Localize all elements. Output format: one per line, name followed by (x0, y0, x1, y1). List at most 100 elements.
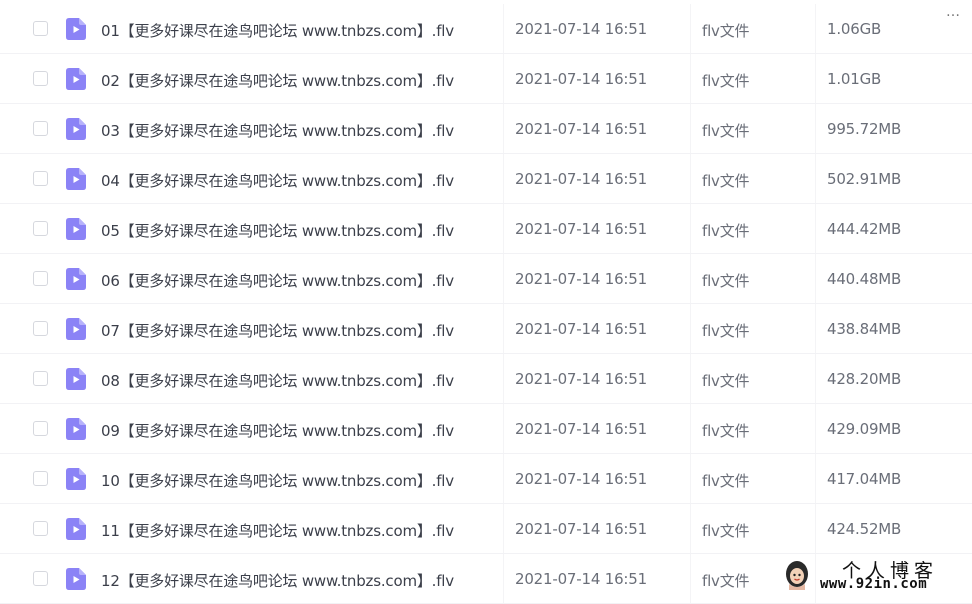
column-divider (690, 454, 691, 503)
column-divider (690, 354, 691, 403)
modified-date: 2021-07-14 16:51 (515, 470, 647, 488)
file-name[interactable]: 01【更多好课尽在途鸟吧论坛 www.tnbzs.com】.flv (101, 20, 454, 41)
modified-date: 2021-07-14 16:51 (515, 370, 647, 388)
file-row[interactable]: 10【更多好课尽在途鸟吧论坛 www.tnbzs.com】.flv 2021-07… (0, 454, 972, 504)
file-name[interactable]: 05【更多好课尽在途鸟吧论坛 www.tnbzs.com】.flv (101, 220, 454, 241)
modified-date: 2021-07-14 16:51 (515, 70, 647, 88)
file-type: flv文件 (702, 422, 750, 440)
row-checkbox[interactable] (33, 221, 48, 236)
file-type: flv文件 (702, 572, 750, 590)
column-divider (503, 554, 504, 603)
watermark-url: www.92in.com (820, 576, 928, 592)
file-row[interactable]: 05【更多好课尽在途鸟吧论坛 www.tnbzs.com】.flv 2021-07… (0, 204, 972, 254)
file-name[interactable]: 03【更多好课尽在途鸟吧论坛 www.tnbzs.com】.flv (101, 120, 454, 141)
row-checkbox[interactable] (33, 121, 48, 136)
file-row[interactable]: 04【更多好课尽在途鸟吧论坛 www.tnbzs.com】.flv 2021-07… (0, 154, 972, 204)
file-size: 429.09MB (827, 420, 902, 438)
file-size: 1.06GB (827, 20, 882, 38)
column-divider (503, 354, 504, 403)
row-checkbox[interactable] (33, 171, 48, 186)
video-file-icon[interactable] (66, 268, 86, 290)
column-divider (815, 154, 816, 203)
file-type: flv文件 (702, 322, 750, 340)
file-name[interactable]: 10【更多好课尽在途鸟吧论坛 www.tnbzs.com】.flv (101, 470, 454, 491)
row-checkbox[interactable] (33, 321, 48, 336)
file-type: flv文件 (702, 272, 750, 290)
column-divider (690, 104, 691, 153)
file-row[interactable]: 03【更多好课尽在途鸟吧论坛 www.tnbzs.com】.flv 2021-07… (0, 104, 972, 154)
file-size: 438.84MB (827, 320, 902, 338)
row-checkbox[interactable] (33, 371, 48, 386)
file-row[interactable]: 01【更多好课尽在途鸟吧论坛 www.tnbzs.com】.flv 2021-07… (0, 4, 972, 54)
video-file-icon[interactable] (66, 18, 86, 40)
file-size: 424.52MB (827, 520, 902, 538)
column-divider (690, 204, 691, 253)
file-size: 444.42MB (827, 220, 902, 238)
modified-date: 2021-07-14 16:51 (515, 520, 647, 538)
file-size: 502.91MB (827, 170, 902, 188)
video-file-icon[interactable] (66, 468, 86, 490)
column-divider (815, 454, 816, 503)
modified-date: 2021-07-14 16:51 (515, 20, 647, 38)
file-type: flv文件 (702, 22, 750, 40)
video-file-icon[interactable] (66, 168, 86, 190)
file-type: flv文件 (702, 222, 750, 240)
file-row[interactable]: 11【更多好课尽在途鸟吧论坛 www.tnbzs.com】.flv 2021-07… (0, 504, 972, 554)
column-divider (503, 454, 504, 503)
file-row[interactable]: 08【更多好课尽在途鸟吧论坛 www.tnbzs.com】.flv 2021-07… (0, 354, 972, 404)
video-file-icon[interactable] (66, 218, 86, 240)
file-row[interactable]: 06【更多好课尽在途鸟吧论坛 www.tnbzs.com】.flv 2021-07… (0, 254, 972, 304)
row-checkbox[interactable] (33, 471, 48, 486)
file-name[interactable]: 06【更多好课尽在途鸟吧论坛 www.tnbzs.com】.flv (101, 270, 454, 291)
file-name[interactable]: 12【更多好课尽在途鸟吧论坛 www.tnbzs.com】.flv (101, 570, 454, 591)
column-divider (690, 154, 691, 203)
file-name[interactable]: 02【更多好课尽在途鸟吧论坛 www.tnbzs.com】.flv (101, 70, 454, 91)
file-size: 417.04MB (827, 470, 902, 488)
column-divider (503, 504, 504, 553)
column-divider (690, 504, 691, 553)
video-file-icon[interactable] (66, 318, 86, 340)
column-divider (690, 304, 691, 353)
video-file-icon[interactable] (66, 418, 86, 440)
column-divider (815, 504, 816, 553)
video-file-icon[interactable] (66, 518, 86, 540)
column-divider (503, 4, 504, 53)
file-type: flv文件 (702, 522, 750, 540)
row-checkbox[interactable] (33, 421, 48, 436)
video-file-icon[interactable] (66, 568, 86, 590)
file-type: flv文件 (702, 72, 750, 90)
column-divider (503, 404, 504, 453)
modified-date: 2021-07-14 16:51 (515, 120, 647, 138)
video-file-icon[interactable] (66, 68, 86, 90)
file-row[interactable]: 02【更多好课尽在途鸟吧论坛 www.tnbzs.com】.flv 2021-07… (0, 54, 972, 104)
file-type: flv文件 (702, 472, 750, 490)
row-checkbox[interactable] (33, 21, 48, 36)
modified-date: 2021-07-14 16:51 (515, 420, 647, 438)
file-row[interactable]: 09【更多好课尽在途鸟吧论坛 www.tnbzs.com】.flv 2021-07… (0, 404, 972, 454)
column-divider (815, 204, 816, 253)
modified-date: 2021-07-14 16:51 (515, 220, 647, 238)
file-type: flv文件 (702, 122, 750, 140)
file-type: flv文件 (702, 172, 750, 190)
modified-date: 2021-07-14 16:51 (515, 170, 647, 188)
video-file-icon[interactable] (66, 118, 86, 140)
column-divider (815, 254, 816, 303)
row-checkbox[interactable] (33, 71, 48, 86)
column-divider (503, 254, 504, 303)
modified-date: 2021-07-14 16:51 (515, 270, 647, 288)
file-name[interactable]: 11【更多好课尽在途鸟吧论坛 www.tnbzs.com】.flv (101, 520, 454, 541)
row-checkbox[interactable] (33, 521, 48, 536)
file-name[interactable]: 04【更多好课尽在途鸟吧论坛 www.tnbzs.com】.flv (101, 170, 454, 191)
file-name[interactable]: 07【更多好课尽在途鸟吧论坛 www.tnbzs.com】.flv (101, 320, 454, 341)
watermark: 个人博客 www.92in.com (778, 556, 972, 597)
row-checkbox[interactable] (33, 271, 48, 286)
file-row[interactable]: 07【更多好课尽在途鸟吧论坛 www.tnbzs.com】.flv 2021-07… (0, 304, 972, 354)
row-checkbox[interactable] (33, 571, 48, 586)
column-divider (815, 4, 816, 53)
modified-date: 2021-07-14 16:51 (515, 570, 647, 588)
file-name[interactable]: 09【更多好课尽在途鸟吧论坛 www.tnbzs.com】.flv (101, 420, 454, 441)
column-divider (690, 54, 691, 103)
file-name[interactable]: 08【更多好课尽在途鸟吧论坛 www.tnbzs.com】.flv (101, 370, 454, 391)
video-file-icon[interactable] (66, 368, 86, 390)
column-divider (503, 154, 504, 203)
